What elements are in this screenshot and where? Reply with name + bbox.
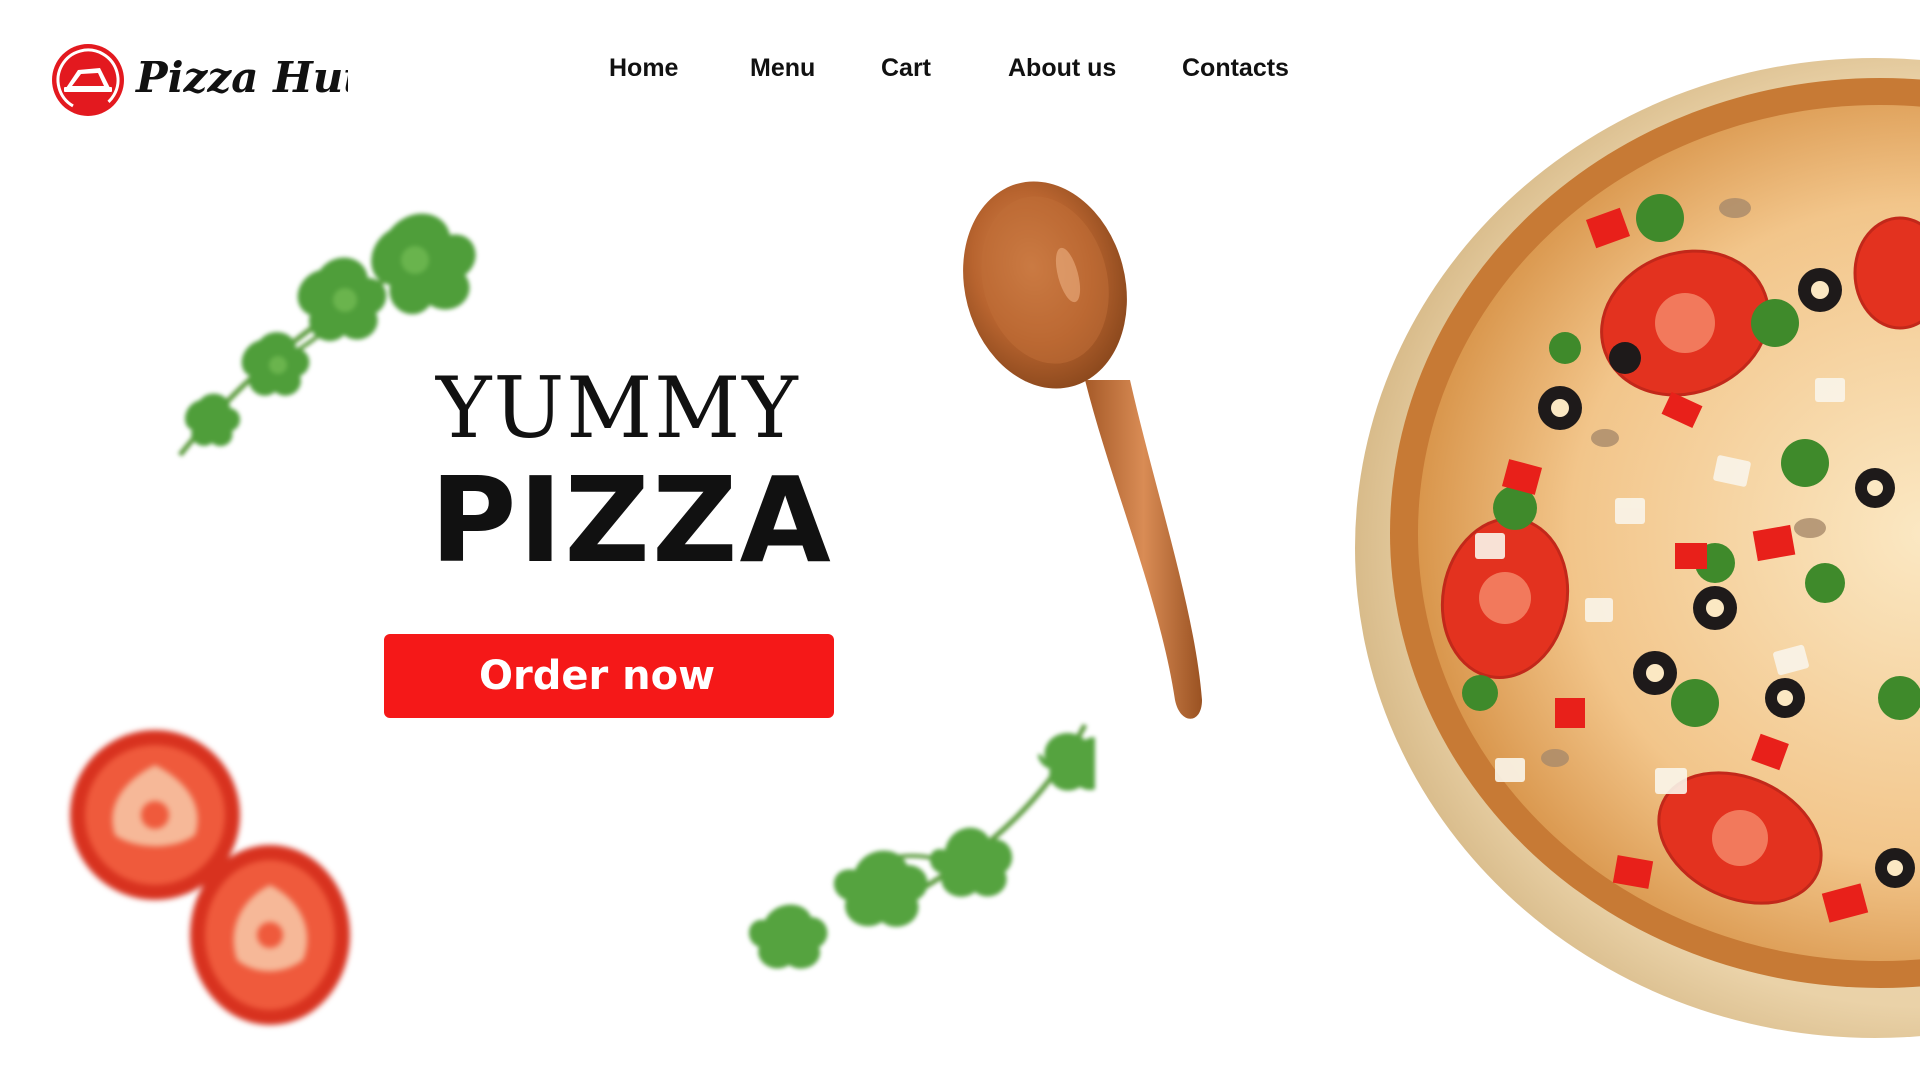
- order-now-label: Order now: [478, 653, 716, 699]
- tomato-slice-icon: [70, 730, 350, 1025]
- nav-contacts-link[interactable]: Contacts: [1182, 50, 1289, 86]
- nav-home-link[interactable]: Home: [609, 50, 678, 86]
- cilantro-sprig-icon: [748, 723, 1095, 969]
- wooden-spoon-icon: [963, 181, 1202, 719]
- nav-about-us-link[interactable]: About us: [1008, 50, 1116, 86]
- nav-cart-link[interactable]: Cart: [881, 50, 931, 86]
- pizza-icon: [1355, 58, 1920, 1038]
- order-now-button[interactable]: Order now: [384, 634, 834, 718]
- hero-title-pizza: PIZZA: [430, 451, 833, 589]
- landing-page: Pizza Hut Home Menu Cart About us Contac…: [0, 0, 1920, 1080]
- hero-title-yummy: YUMMY: [436, 359, 800, 457]
- nav-menu-link[interactable]: Menu: [750, 50, 815, 86]
